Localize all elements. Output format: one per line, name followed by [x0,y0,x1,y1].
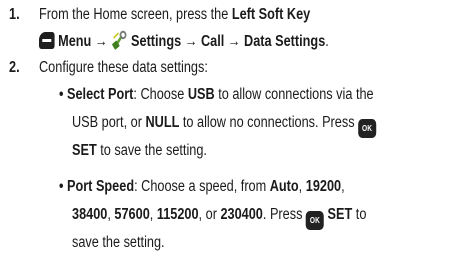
left-soft-key-icon [39,32,55,49]
set-label: SET [72,142,97,159]
port-speed-line-3: save the setting. [72,234,165,251]
speed-19200: 19200 [305,178,342,195]
data-settings-label: Data Settings [244,33,326,50]
step-text: From the Home screen, press the [39,6,232,23]
select-port-line-1: • Select Port: Choose USB to allow conne… [59,83,374,107]
call-label: Call [200,33,225,50]
speed-57600: 57600 [114,206,150,223]
text: . Press [262,206,306,223]
select-port-line-3: SET to save the setting. [72,139,207,163]
text: USB port, or [72,114,146,131]
set-label: SET [327,206,353,223]
text: to allow no connections. Press [179,114,359,131]
text: : Choose a speed, from [134,178,270,195]
arrow-icon: → [94,33,108,50]
ok-key-icon: OK [305,211,325,230]
comma: , [298,178,306,195]
text: to [352,206,367,223]
speed-38400: 38400 [72,206,108,223]
port-speed-title: Port Speed [66,178,135,195]
arrow-icon: → [184,33,198,50]
period: . [325,33,329,50]
text: to allow connections via the [214,86,374,103]
select-port-line-2: USB port, or NULL to allow no connection… [72,111,377,138]
port-speed-line-1: • Port Speed: Choose a speed, from Auto,… [59,175,345,199]
select-port-title: Select Port [66,86,134,103]
text: : Choose [133,86,188,103]
text: , or [198,206,221,223]
speed-115200: 115200 [156,206,199,223]
bullet: • [59,86,64,103]
step-2-intro: Configure these data settings: [39,59,208,76]
comma: , [107,206,115,223]
speed-230400: 230400 [220,206,263,223]
text: to save the setting. [96,142,207,159]
port-speed-line-2: 38400, 57600, 115200, or 230400. Press O… [72,203,366,230]
arrow-icon: → [227,33,241,50]
null-option: NULL [145,114,180,131]
left-soft-key-label: Left Soft Key [231,6,311,23]
step-number: 2. [9,59,20,76]
speed-auto: Auto [269,178,299,195]
ok-key-icon: OK [358,119,377,138]
step-1-line-1: From the Home screen, press the Left Sof… [39,3,310,27]
settings-icon [112,30,127,50]
bullet: • [59,178,64,195]
instruction-page: 1. From the Home screen, press the Left … [0,0,472,267]
usb-option: USB [187,86,215,103]
menu-label: Menu [58,33,92,50]
settings-label: Settings [131,33,182,50]
comma: , [341,178,345,195]
step-1-line-2: Menu → Settings → Call → Data Settings. [39,30,329,54]
step-number: 1. [9,6,20,23]
